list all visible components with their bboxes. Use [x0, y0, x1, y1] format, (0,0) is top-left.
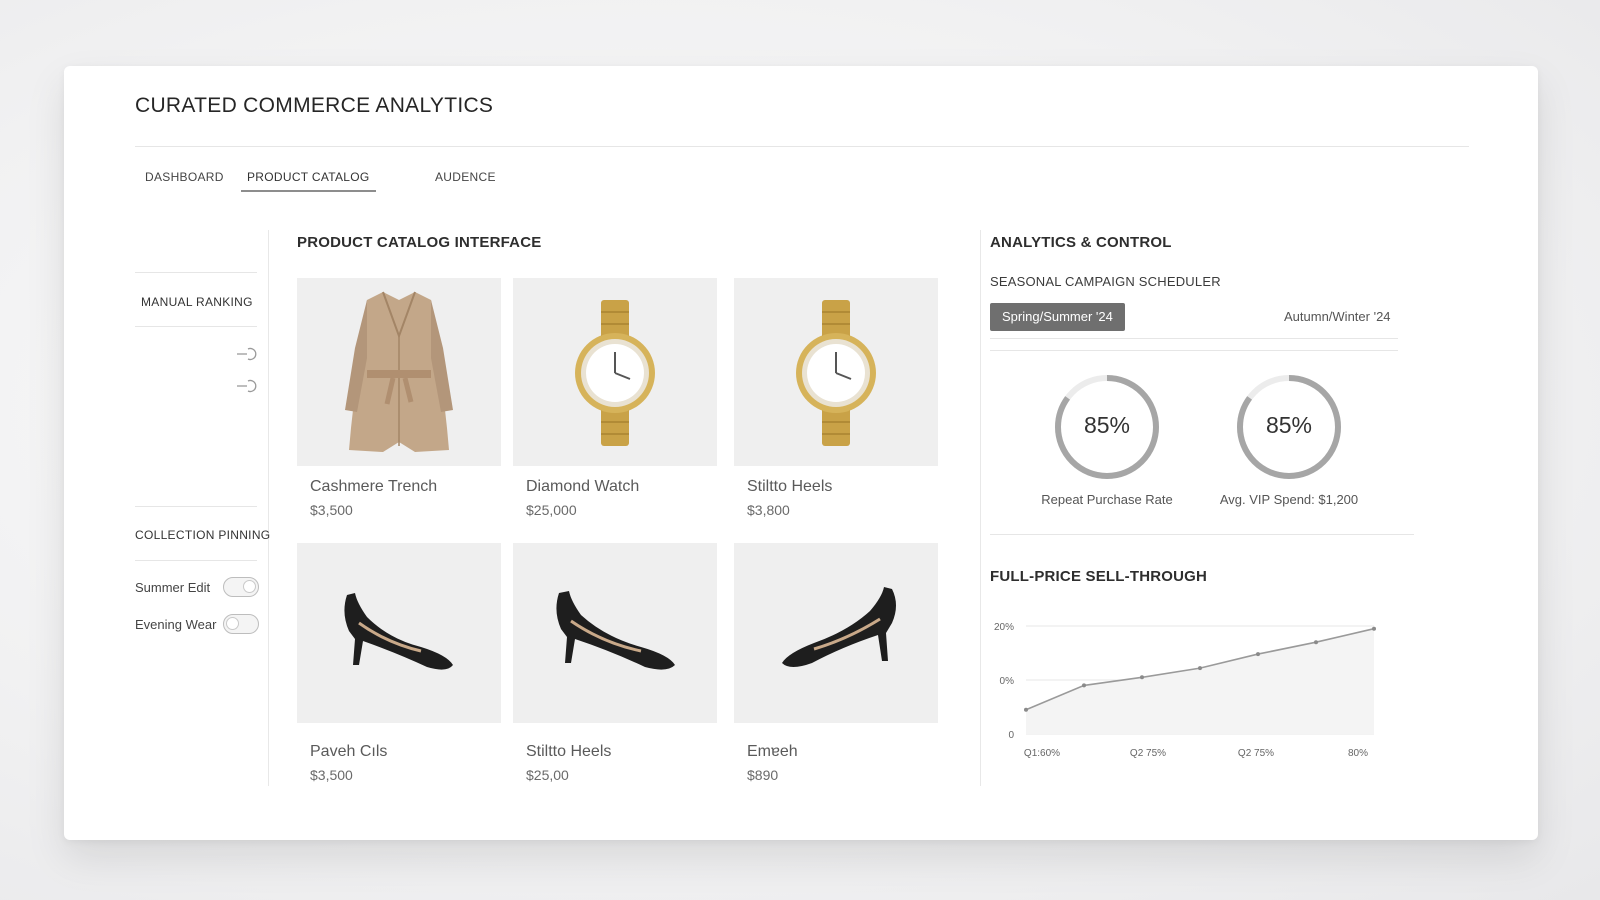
rail-divider	[135, 506, 257, 507]
data-point	[1024, 707, 1028, 712]
product-name: Emɐeh	[747, 743, 798, 760]
product-price: $3,500	[310, 502, 353, 518]
product-price: $25,000	[526, 502, 577, 518]
product-price: $3,800	[747, 502, 790, 518]
product-card-emeh[interactable]: Emɐeh $890	[734, 543, 938, 789]
analytics-divider	[980, 230, 981, 786]
product-card-diamond-watch[interactable]: Diamond Watch $25,000	[513, 278, 717, 524]
rail-divider	[135, 326, 257, 327]
pin-label: Summer Edit	[135, 580, 211, 595]
product-name: Diamond Watch	[526, 478, 640, 495]
data-point	[1082, 683, 1086, 688]
y-tick-label: 0	[1008, 730, 1014, 741]
analytics-title: ANALYTICS & CONTROL	[990, 234, 1172, 251]
product-name: Stiltto Heels	[747, 478, 833, 495]
gauge-value: 85%	[1265, 412, 1313, 438]
product-card-cashmere-trench[interactable]: Cashmere Trench $3,500	[297, 278, 501, 524]
data-point	[1314, 640, 1318, 645]
season-spring-summer-button[interactable]: Spring/Summer '24	[990, 303, 1125, 331]
sell-through-chart: 0 0% 20% Q1:60% Q2 75% Q2 75% 80%	[994, 622, 1376, 759]
pin-row-evening-wear: Evening Wear	[135, 613, 259, 637]
analytics-divider-h	[990, 534, 1414, 535]
tab-audience[interactable]: AUDENCE	[429, 162, 502, 192]
evening-wear-toggle[interactable]	[223, 614, 259, 634]
product-price: $25,00	[526, 767, 569, 783]
gauge-value: 85%	[1083, 412, 1131, 438]
pin-label: Evening Wear	[135, 617, 217, 632]
collection-pinning-title: COLLECTION PINNING	[135, 528, 271, 542]
vip-spend-gauge: 85%	[1234, 372, 1344, 482]
product-image	[734, 543, 938, 723]
product-image	[297, 543, 501, 723]
sell-through-title: FULL-PRICE SELL-THROUGH	[990, 568, 1208, 585]
gauge-label: Avg. VIP Spend: $1,200	[1219, 492, 1359, 507]
data-point	[1198, 666, 1202, 671]
summer-edit-toggle[interactable]	[223, 577, 259, 597]
heel-icon	[782, 587, 896, 667]
product-price: $890	[747, 767, 779, 783]
y-tick-label: 20%	[994, 622, 1014, 633]
coat-icon	[345, 291, 453, 452]
data-point	[1256, 652, 1260, 657]
manual-ranking-title: MANUAL RANKING	[141, 295, 253, 309]
data-point	[1140, 675, 1144, 680]
x-tick-label: Q2 75%	[1238, 748, 1274, 759]
scheduler-divider	[990, 338, 1398, 339]
sidebar-divider	[268, 230, 269, 786]
product-image	[734, 278, 938, 466]
scheduler-divider	[990, 350, 1398, 351]
product-image	[513, 278, 717, 466]
catalog-title: PRODUCT CATALOG INTERFACE	[297, 234, 542, 251]
tab-bar: DASHBOARD PRODUCT CATALOG AUDENCE	[135, 162, 735, 196]
repeat-purchase-gauge: 85%	[1052, 372, 1162, 482]
toggle-knob	[243, 580, 256, 593]
product-name: Stiltto Heels	[526, 743, 612, 760]
series-area	[1026, 628, 1374, 734]
heel-icon	[344, 593, 453, 670]
rank-handle-icon[interactable]	[236, 346, 258, 362]
product-card-stiltto-heels[interactable]: Stiltto Heels $3,800	[734, 278, 938, 524]
product-card-paveh[interactable]: Paveh Cıls $3,500	[297, 543, 501, 789]
product-name: Cashmere Trench	[310, 478, 438, 495]
toggle-knob	[226, 617, 239, 630]
product-price: $3,500	[310, 767, 353, 783]
scheduler-title: SEASONAL CAMPAIGN SCHEDULER	[990, 274, 1221, 289]
pin-row-summer-edit: Summer Edit	[135, 576, 259, 600]
product-image	[513, 543, 717, 723]
watch-icon	[796, 300, 876, 446]
rank-handle-icon[interactable]	[236, 378, 258, 394]
tab-product-catalog[interactable]: PRODUCT CATALOG	[241, 162, 376, 192]
title-divider	[135, 146, 1469, 147]
app-title: CURATED COMMERCE ANALYTICS	[135, 94, 494, 117]
gauge-label: Repeat Purchase Rate	[1041, 492, 1173, 507]
product-name: Paveh Cıls	[310, 743, 388, 760]
data-point	[1372, 626, 1376, 631]
watch-icon	[575, 300, 655, 446]
x-tick-label: 80%	[1348, 748, 1368, 759]
heel-icon	[556, 591, 675, 670]
x-tick-label: Q1:60%	[1024, 748, 1060, 759]
season-autumn-winter-button[interactable]: Autumn/Winter '24	[1272, 303, 1403, 331]
main-panel: CURATED COMMERCE ANALYTICS DASHBOARD PRO…	[64, 66, 1538, 840]
x-tick-label: Q2 75%	[1130, 748, 1166, 759]
product-image	[297, 278, 501, 466]
rail-divider	[135, 560, 257, 561]
tab-dashboard[interactable]: DASHBOARD	[139, 162, 230, 192]
rail-divider	[135, 272, 257, 273]
y-tick-label: 0%	[1000, 676, 1015, 687]
product-card-stiltto-heels-2[interactable]: Stiltto Heels $25,00	[513, 543, 717, 789]
